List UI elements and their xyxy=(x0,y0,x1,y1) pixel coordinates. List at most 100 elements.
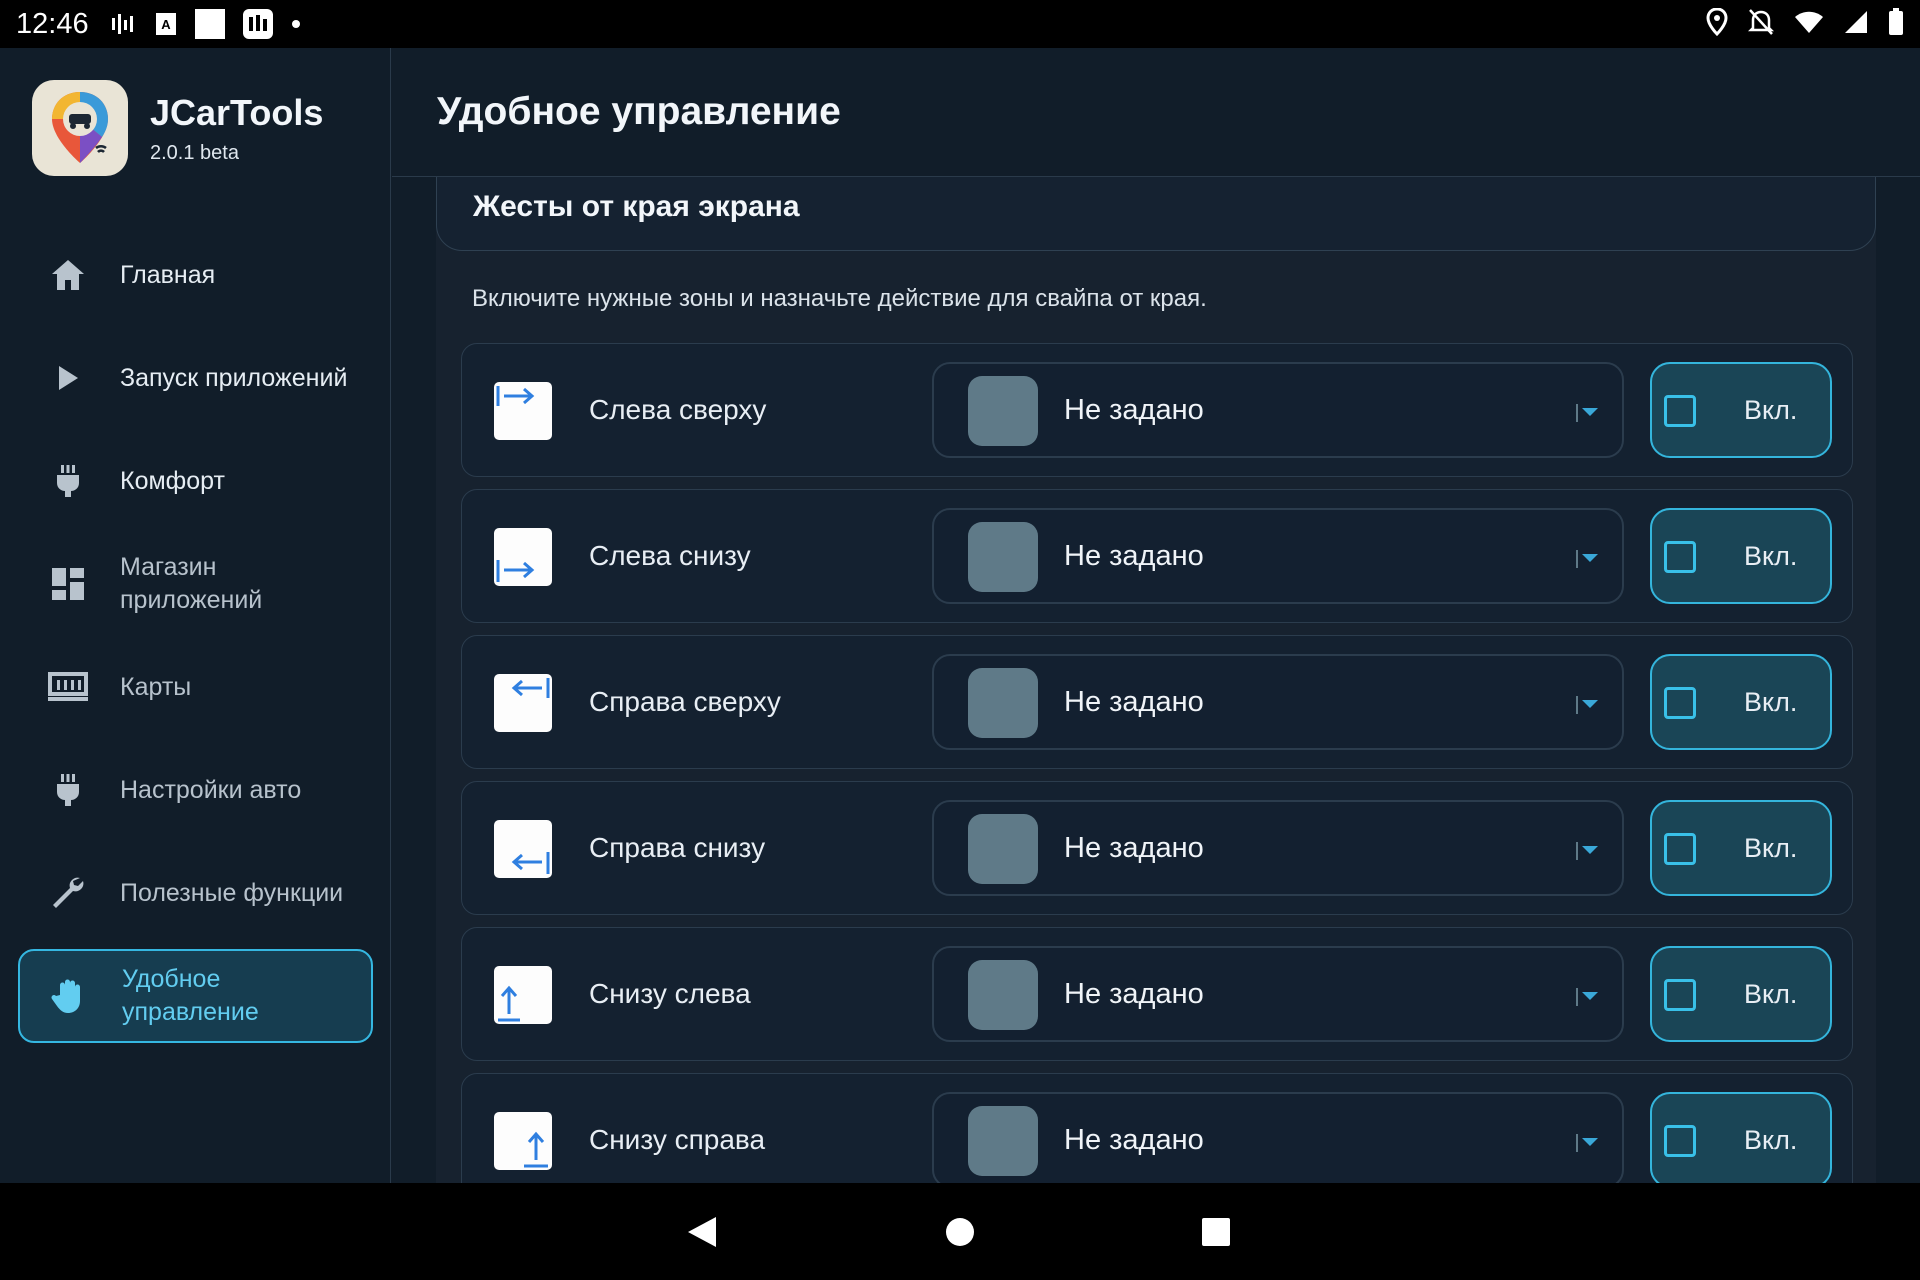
enable-toggle-label: Вкл. xyxy=(1744,541,1798,571)
sidebar-item-label: Карты xyxy=(120,672,192,701)
app-header: JCarTools 2.0.1 beta xyxy=(32,80,323,176)
sidebar-item-label: Настройки авто xyxy=(120,775,302,804)
gesture-zone-label: Снизу справа xyxy=(589,1124,766,1155)
sidebar-item-convenient-control[interactable]: Удобное управление xyxy=(18,949,373,1043)
app-notification-icon xyxy=(242,9,273,39)
arrow-right-from-left-top-icon xyxy=(494,382,552,440)
enable-toggle-label: Вкл. xyxy=(1744,1125,1798,1155)
gesture-row: Справа сверху Не задано Вкл. xyxy=(461,635,1853,769)
card-description: Включите нужные зоны и назначьте действи… xyxy=(472,285,1207,312)
recents-square-icon xyxy=(1202,1217,1230,1246)
font-a-icon: A xyxy=(155,12,177,36)
action-select[interactable]: Не задано xyxy=(932,800,1624,896)
arrow-up-from-bottom-right-icon xyxy=(494,1112,552,1170)
sidebar-item-label: Комфорт xyxy=(120,466,225,495)
sidebar-item-label: Полезные функции xyxy=(120,878,344,907)
sidebar-item-app-store[interactable]: Магазин приложений xyxy=(18,537,373,631)
sidebar-item-home[interactable]: Главная xyxy=(18,228,373,322)
wrench-icon xyxy=(48,873,88,913)
sidebar-item-label: Удобное управление xyxy=(122,965,259,1026)
plug-icon xyxy=(48,770,88,810)
gesture-zone-label: Слева сверху xyxy=(589,394,767,425)
gesture-row: Слева сверху Не задано Вкл. xyxy=(461,343,1853,477)
action-swatch xyxy=(968,522,1038,592)
notifications-off-icon xyxy=(1747,8,1775,41)
app-version: 2.0.1 beta xyxy=(150,141,239,164)
signal-bars-icon xyxy=(111,12,137,36)
enable-toggle-label: Вкл. xyxy=(1744,833,1798,863)
gesture-zone-label: Снизу слева xyxy=(589,978,751,1009)
enable-toggle-button[interactable]: Вкл. xyxy=(1650,508,1832,604)
action-select[interactable]: Не задано xyxy=(932,362,1624,458)
page-header: Удобное управление xyxy=(392,48,1920,177)
enable-toggle-button[interactable]: Вкл. xyxy=(1650,1092,1832,1183)
action-swatch xyxy=(968,376,1038,446)
sidebar-item-label: Главная xyxy=(120,260,216,289)
dropdown-arrow-icon xyxy=(1576,694,1600,719)
gesture-rows: Слева сверху Не задано Вкл. Слева снизу … xyxy=(461,343,1853,1183)
cellular-icon xyxy=(1844,10,1868,39)
enable-checkbox[interactable] xyxy=(1664,687,1696,719)
gesture-row: Снизу слева Не задано Вкл. xyxy=(461,927,1853,1061)
app-logo xyxy=(32,80,128,176)
action-select[interactable]: Не задано xyxy=(932,946,1624,1042)
enable-toggle-button[interactable]: Вкл. xyxy=(1650,362,1832,458)
status-time: 12:46 xyxy=(16,7,89,40)
action-select-value: Не задано xyxy=(1064,394,1204,426)
enable-checkbox[interactable] xyxy=(1664,541,1696,573)
action-select[interactable]: Не задано xyxy=(932,654,1624,750)
sidebar-nav: Главная Запуск приложений Комфорт Магази… xyxy=(18,228,373,1052)
edge-gestures-card: Жесты от края экрана Включите нужные зон… xyxy=(436,177,1876,1183)
action-select-value: Не задано xyxy=(1064,540,1204,572)
enable-toggle-label: Вкл. xyxy=(1744,687,1798,717)
home-button[interactable] xyxy=(920,1183,1000,1280)
dropdown-arrow-icon xyxy=(1576,1132,1600,1157)
sidebar-item-comfort[interactable]: Комфорт xyxy=(18,434,373,528)
card-header: Жесты от края экрана xyxy=(436,177,1876,251)
dropdown-arrow-icon xyxy=(1576,402,1600,427)
sidebar-item-car-settings[interactable]: Настройки авто xyxy=(18,743,373,837)
gesture-zone-label: Слева снизу xyxy=(589,540,751,571)
enable-toggle-button[interactable]: Вкл. xyxy=(1650,654,1832,750)
action-select-value: Не задано xyxy=(1064,686,1204,718)
enable-checkbox[interactable] xyxy=(1664,979,1696,1011)
home-icon xyxy=(48,255,88,295)
enable-toggle-label: Вкл. xyxy=(1744,979,1798,1009)
arrow-left-from-right-bottom-icon xyxy=(494,820,552,878)
dot-icon xyxy=(291,19,301,29)
sidebar-item-app-launch[interactable]: Запуск приложений xyxy=(18,331,373,425)
hand-icon xyxy=(50,976,90,1016)
card-title: Жесты от края экрана xyxy=(473,190,800,223)
arrow-left-from-right-top-icon xyxy=(494,674,552,732)
action-select[interactable]: Не задано xyxy=(932,508,1624,604)
sidebar-item-label: Магазин приложений xyxy=(120,553,263,614)
recents-button[interactable] xyxy=(1176,1183,1256,1280)
main-content: Удобное управление Жесты от края экрана … xyxy=(392,48,1920,1183)
enable-toggle-button[interactable]: Вкл. xyxy=(1650,946,1832,1042)
gesture-zone-label: Справа снизу xyxy=(589,832,766,863)
enable-toggle-label: Вкл. xyxy=(1744,395,1798,425)
sidebar-item-useful-functions[interactable]: Полезные функции xyxy=(18,846,373,940)
action-select-value: Не задано xyxy=(1064,832,1204,864)
page-title: Удобное управление xyxy=(437,90,841,133)
dropdown-arrow-icon xyxy=(1576,986,1600,1011)
back-triangle-icon xyxy=(688,1216,716,1247)
plug-icon xyxy=(48,461,88,501)
enable-checkbox[interactable] xyxy=(1664,395,1696,427)
app-name: JCarTools xyxy=(150,91,324,133)
action-select[interactable]: Не задано xyxy=(932,1092,1624,1183)
arrow-right-from-left-bottom-icon xyxy=(494,528,552,586)
back-button[interactable] xyxy=(662,1183,742,1280)
white-square-icon xyxy=(194,9,225,39)
location-icon xyxy=(1706,6,1728,41)
map-icon xyxy=(48,667,88,707)
action-swatch xyxy=(968,1106,1038,1176)
enable-checkbox[interactable] xyxy=(1664,833,1696,865)
sidebar-item-maps[interactable]: Карты xyxy=(18,640,373,734)
gesture-row: Слева снизу Не задано Вкл. xyxy=(461,489,1853,623)
action-swatch xyxy=(968,960,1038,1030)
gesture-row: Снизу справа Не задано Вкл. xyxy=(461,1073,1853,1183)
enable-toggle-button[interactable]: Вкл. xyxy=(1650,800,1832,896)
enable-checkbox[interactable] xyxy=(1664,1125,1696,1157)
action-swatch xyxy=(968,668,1038,738)
